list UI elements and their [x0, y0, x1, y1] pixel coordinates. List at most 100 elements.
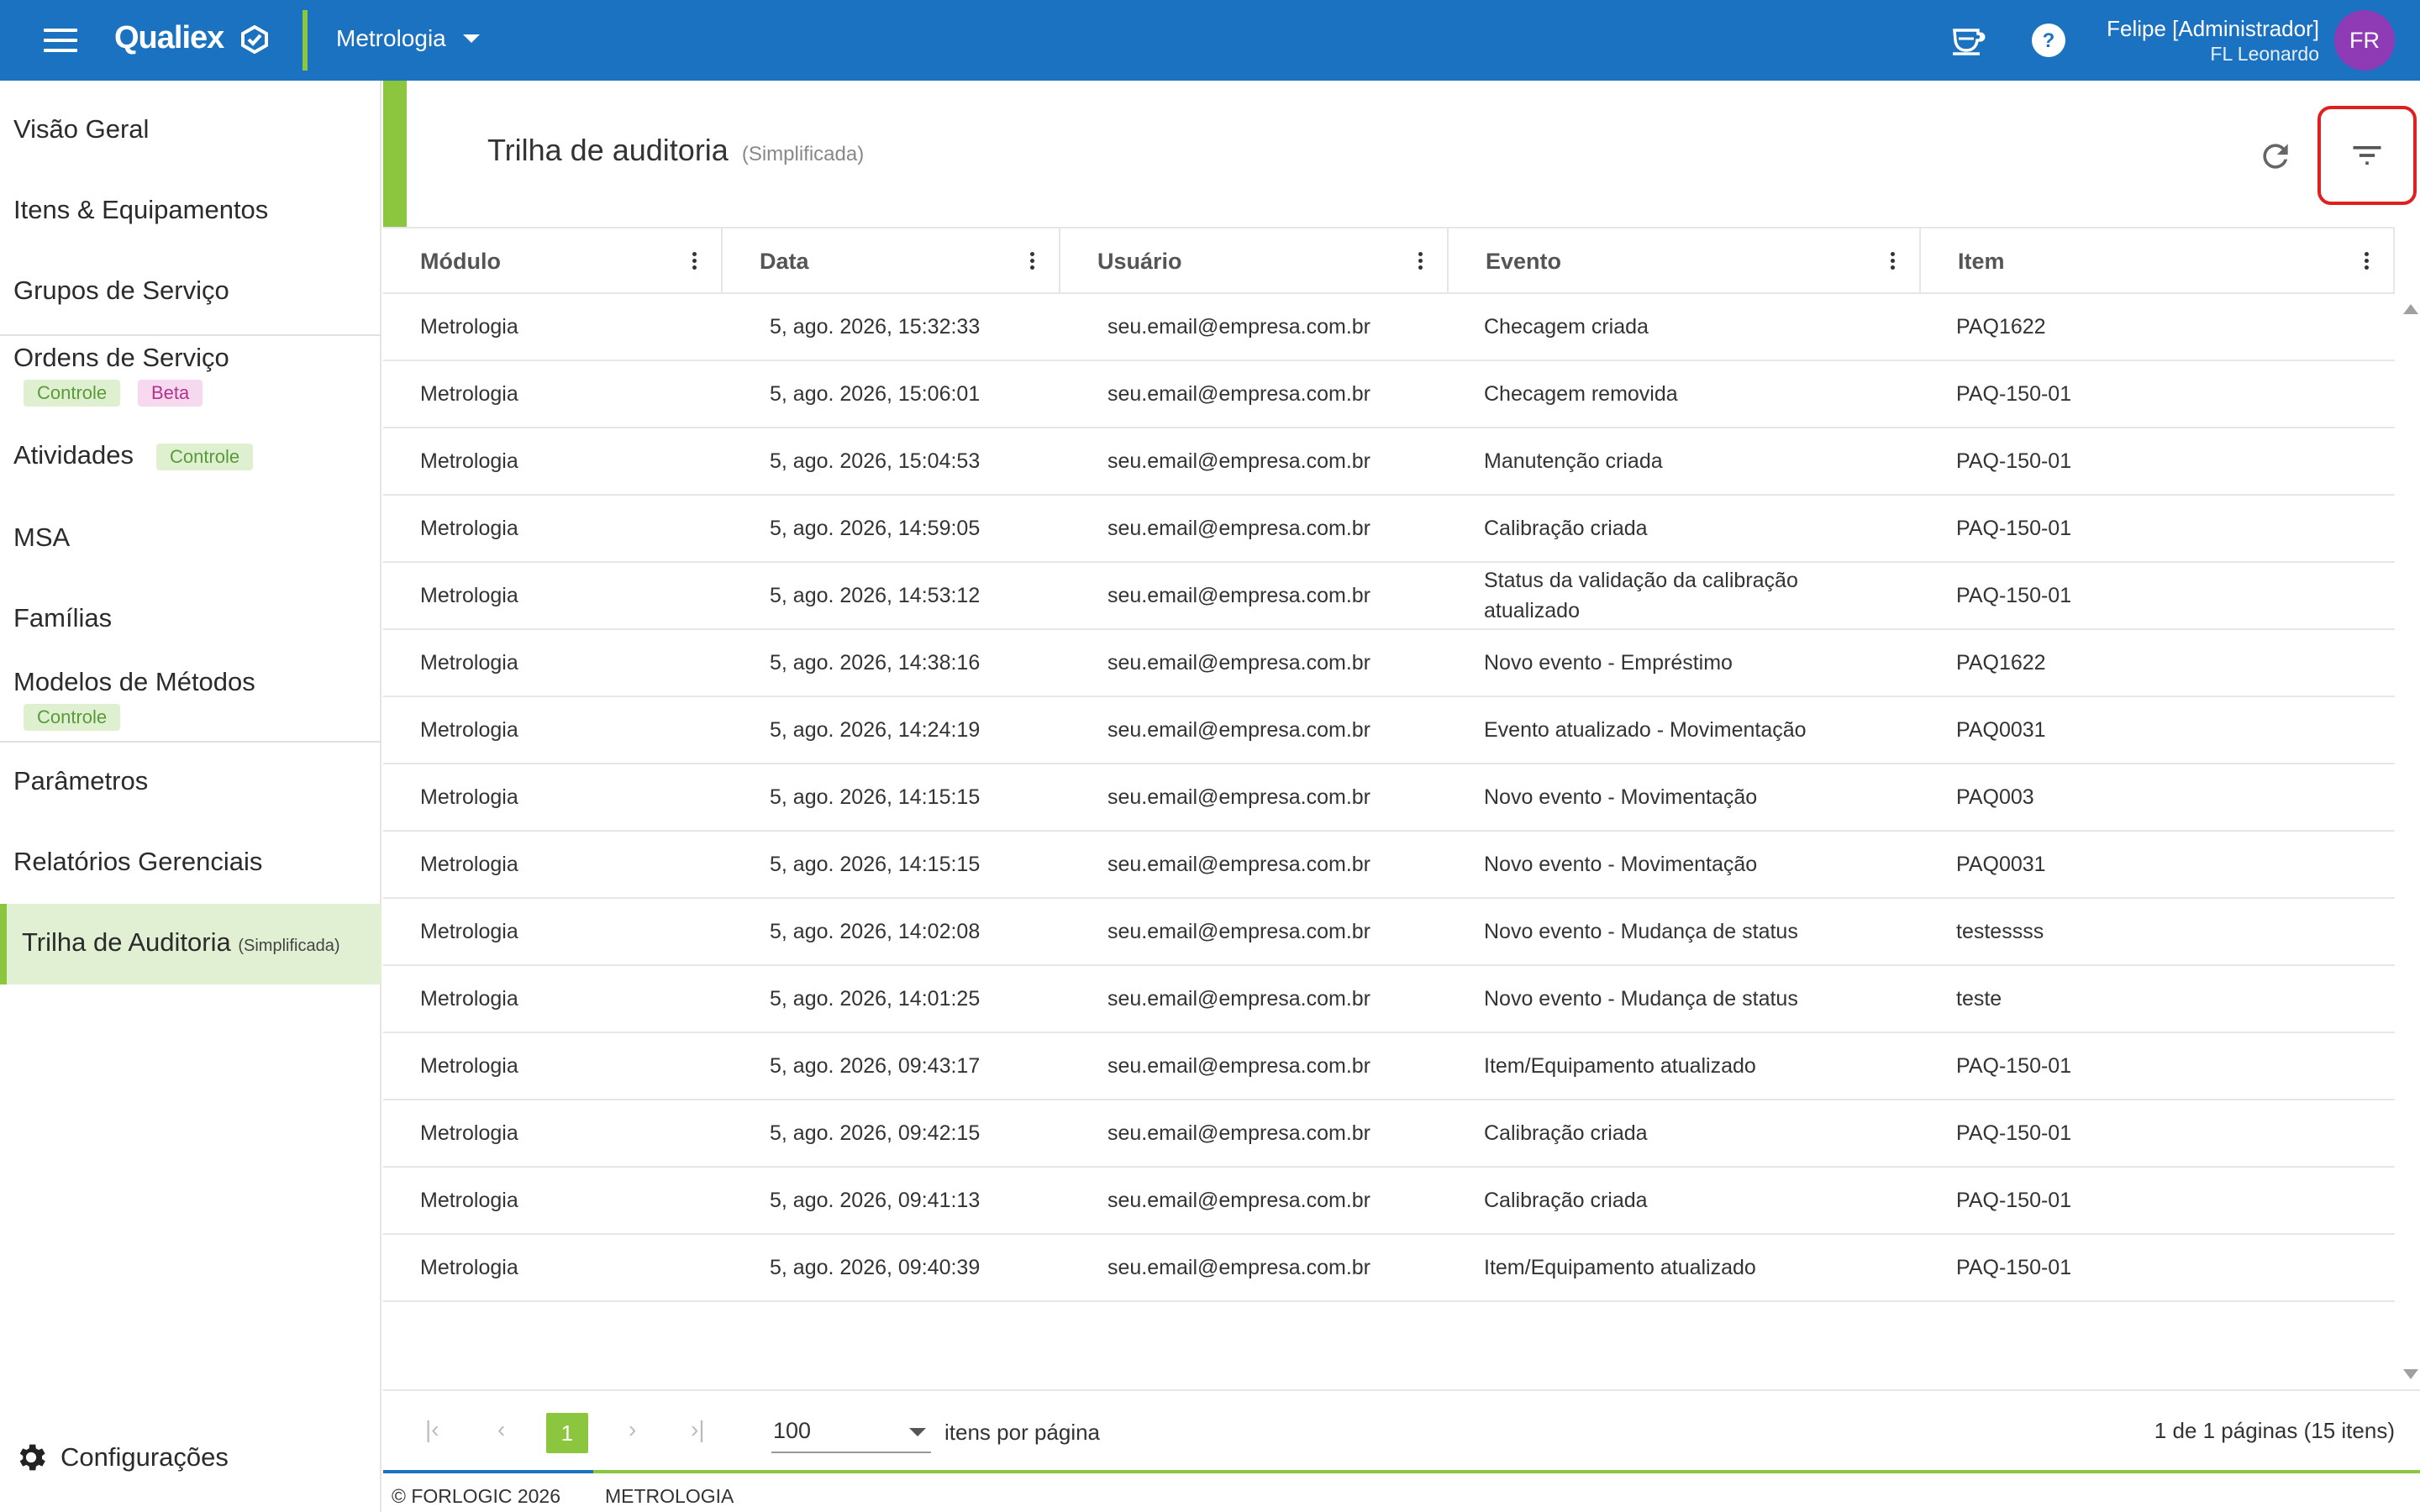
cell-item: PAQ0031: [1956, 718, 2046, 742]
sidebar-item-relatorios-gerenciais[interactable]: Relatórios Gerenciais: [0, 847, 381, 884]
column-header-data[interactable]: Data: [723, 228, 1060, 294]
cell-item: PAQ-150-01: [1956, 382, 2072, 406]
hamburger-menu-icon[interactable]: [44, 29, 77, 52]
brand-logo[interactable]: Qualiex: [114, 20, 224, 56]
column-header-item[interactable]: Item: [1921, 228, 2395, 294]
cell-data: 5, ago. 2026, 09:41:13: [770, 1189, 981, 1212]
column-menu-icon[interactable]: [692, 252, 697, 272]
table-row[interactable]: Metrologia 5, ago. 2026, 09:43:17 seu.emai…: [383, 1033, 2395, 1100]
table-row[interactable]: Metrologia 5, ago. 2026, 09:42:15 seu.emai…: [383, 1100, 2395, 1168]
cell-usuario: seu.email@empresa.com.br: [1107, 449, 1370, 473]
cell-item: PAQ1622: [1956, 651, 2046, 675]
cell-data: 5, ago. 2026, 15:06:01: [770, 382, 981, 406]
last-page-button[interactable]: ›|: [691, 1416, 705, 1443]
column-header-evento[interactable]: Evento: [1449, 228, 1921, 294]
module-selector[interactable]: Metrologia: [336, 25, 480, 52]
sidebar-item-label: Famílias: [13, 603, 113, 633]
chevron-down-icon: [462, 34, 480, 43]
table-row[interactable]: Metrologia 5, ago. 2026, 15:06:01 seu.emai…: [383, 361, 2395, 428]
column-header-label: Evento: [1486, 248, 1562, 274]
pagination-info: 1 de 1 páginas (15 itens): [2154, 1418, 2395, 1443]
column-menu-icon[interactable]: [2365, 252, 2370, 272]
scroll-down-icon[interactable]: [2403, 1369, 2418, 1379]
table-row[interactable]: Metrologia 5, ago. 2026, 14:38:16 seu.emai…: [383, 630, 2395, 697]
cell-evento: Checagem criada: [1484, 315, 1649, 339]
cell-item: PAQ0031: [1956, 853, 2046, 876]
vertical-scrollbar[interactable]: [2396, 294, 2420, 1381]
chevron-down-icon: [909, 1428, 926, 1436]
cell-evento: Novo evento - Mudança de status: [1484, 987, 1798, 1011]
table-row[interactable]: Metrologia 5, ago. 2026, 14:15:15 seu.emai…: [383, 764, 2395, 832]
cell-data: 5, ago. 2026, 09:42:15: [770, 1121, 981, 1145]
cell-evento: Novo evento - Movimentação: [1484, 853, 1758, 876]
table-row[interactable]: Metrologia 5, ago. 2026, 15:32:33 seu.emai…: [383, 294, 2395, 361]
settings-link[interactable]: Configurações: [13, 1440, 229, 1475]
page-size-value: 100: [773, 1417, 812, 1443]
sidebar-item-label: Visão Geral: [13, 114, 150, 144]
table-row[interactable]: Metrologia 5, ago. 2026, 14:02:08 seu.emai…: [383, 899, 2395, 966]
user-info[interactable]: Felipe [Administrador] FL Leonardo: [2107, 15, 2319, 66]
footer-copyright: © FORLOGIC 2026: [392, 1485, 561, 1507]
sidebar-item-label: Relatórios Gerenciais: [13, 847, 263, 876]
page-size-select[interactable]: 100: [771, 1410, 931, 1453]
sidebar-item-parametros[interactable]: Parâmetros: [0, 766, 381, 803]
coffee-cup-icon[interactable]: [1948, 20, 1988, 60]
cell-item: PAQ-150-01: [1956, 1054, 2072, 1078]
cell-usuario: seu.email@empresa.com.br: [1107, 853, 1370, 876]
cell-usuario: seu.email@empresa.com.br: [1107, 517, 1370, 540]
cell-usuario: seu.email@empresa.com.br: [1107, 785, 1370, 809]
column-header-usuario[interactable]: Usuário: [1060, 228, 1449, 294]
column-menu-icon[interactable]: [1418, 252, 1423, 272]
cell-data: 5, ago. 2026, 14:15:15: [770, 785, 981, 809]
help-icon[interactable]: ?: [2028, 20, 2069, 60]
cell-evento: Calibração criada: [1484, 1121, 1648, 1145]
filter-button[interactable]: [2317, 106, 2417, 205]
scroll-up-icon[interactable]: [2403, 304, 2418, 314]
first-page-button[interactable]: |‹: [425, 1416, 439, 1443]
cell-item: PAQ-150-01: [1956, 1189, 2072, 1212]
sidebar-item-visao-geral[interactable]: Visão Geral: [0, 114, 381, 151]
column-menu-icon[interactable]: [1030, 252, 1035, 272]
sidebar-item-atividades[interactable]: Atividades Controle: [0, 440, 381, 477]
refresh-icon[interactable]: [2257, 138, 2294, 175]
cell-modulo: Metrologia: [420, 853, 518, 876]
table-row[interactable]: Metrologia 5, ago. 2026, 14:53:12 seu.emai…: [383, 563, 2395, 630]
sidebar-item-msa[interactable]: MSA: [0, 522, 381, 559]
cell-item: PAQ-150-01: [1956, 517, 2072, 540]
cell-usuario: seu.email@empresa.com.br: [1107, 1189, 1370, 1212]
table-row[interactable]: Metrologia 5, ago. 2026, 14:24:19 seu.emai…: [383, 697, 2395, 764]
column-header-modulo[interactable]: Módulo: [383, 228, 723, 294]
cell-item: PAQ-150-01: [1956, 449, 2072, 473]
table-row[interactable]: Metrologia 5, ago. 2026, 09:41:13 seu.emai…: [383, 1168, 2395, 1235]
cell-modulo: Metrologia: [420, 1121, 518, 1145]
cell-evento: Calibração criada: [1484, 1189, 1648, 1212]
sidebar-item-modelos-de-metodos[interactable]: Modelos de Métodos Controle: [0, 667, 381, 738]
sidebar-item-familias[interactable]: Famílias: [0, 603, 381, 640]
cell-usuario: seu.email@empresa.com.br: [1107, 315, 1370, 339]
cell-item: teste: [1956, 987, 2002, 1011]
table-row[interactable]: Metrologia 5, ago. 2026, 15:04:53 seu.emai…: [383, 428, 2395, 496]
page-1-button[interactable]: 1: [546, 1413, 588, 1453]
previous-page-button[interactable]: ‹: [497, 1416, 505, 1443]
sidebar-item-ordens-de-servico[interactable]: Ordens de Serviço Controle Beta: [0, 343, 381, 413]
pagination: |‹ ‹ 1 › ›| 100 itens por página 1 de 1 …: [383, 1389, 2420, 1470]
table-row[interactable]: Metrologia 5, ago. 2026, 14:15:15 seu.emai…: [383, 832, 2395, 899]
column-menu-icon[interactable]: [1891, 252, 1896, 272]
sidebar-item-itens-equipamentos[interactable]: Itens & Equipamentos: [0, 195, 381, 232]
table-row[interactable]: Metrologia 5, ago. 2026, 09:40:39 seu.emai…: [383, 1235, 2395, 1302]
next-page-button[interactable]: ›: [629, 1416, 636, 1443]
cell-item: PAQ-150-01: [1956, 1121, 2072, 1145]
avatar[interactable]: FR: [2334, 10, 2395, 71]
sidebar-item-trilha-de-auditoria[interactable]: Trilha de Auditoria (Simplificada): [0, 904, 381, 984]
table-row[interactable]: Metrologia 5, ago. 2026, 14:59:05 seu.emai…: [383, 496, 2395, 563]
sidebar-item-grupos-de-servico[interactable]: Grupos de Serviço: [0, 276, 381, 312]
cell-item: testessss: [1956, 920, 2044, 943]
table-row[interactable]: Metrologia 5, ago. 2026, 14:01:25 seu.emai…: [383, 966, 2395, 1033]
cell-modulo: Metrologia: [420, 315, 518, 339]
cell-evento: Calibração criada: [1484, 517, 1648, 540]
badge-controle: Controle: [24, 380, 121, 407]
cell-evento: Item/Equipamento atualizado: [1484, 1256, 1756, 1279]
module-selector-label: Metrologia: [336, 25, 446, 51]
cell-evento: Status da validação da calibração atuali…: [1484, 569, 1798, 622]
sidebar-divider: [0, 741, 381, 743]
